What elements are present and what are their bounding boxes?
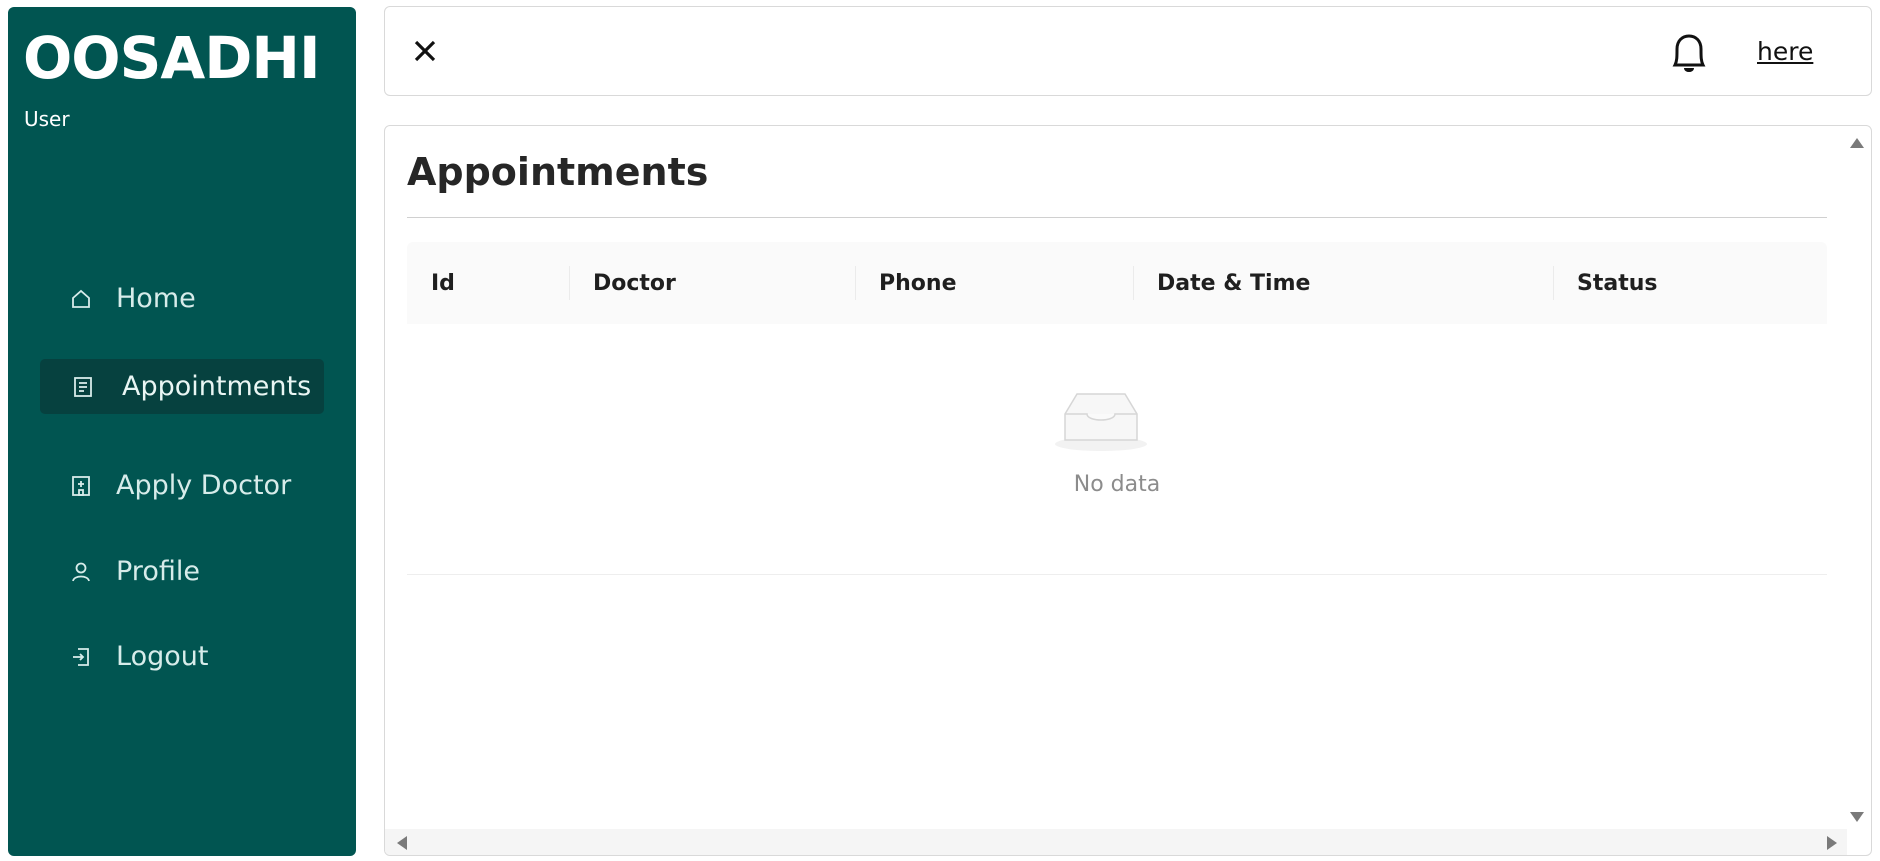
scroll-right-icon[interactable] xyxy=(1827,836,1837,850)
table-empty-state: No data xyxy=(407,324,1827,575)
logout-icon xyxy=(68,644,94,670)
sidebar-item-label: Home xyxy=(116,283,196,314)
sidebar-item-home[interactable]: Home xyxy=(40,271,324,326)
title-divider xyxy=(407,217,1827,218)
brand-logo: OOSADHI xyxy=(23,24,321,92)
here-link[interactable]: here xyxy=(1757,37,1813,66)
list-icon xyxy=(70,374,96,400)
top-bar: here xyxy=(384,6,1872,96)
column-divider xyxy=(1553,266,1554,300)
sidebar-item-label: Logout xyxy=(116,641,209,672)
sidebar-item-profile[interactable]: Profile xyxy=(40,544,324,599)
horizontal-scrollbar[interactable] xyxy=(385,829,1847,855)
column-divider xyxy=(1133,266,1134,300)
sidebar-item-label: Apply Doctor xyxy=(116,470,292,501)
sidebar-item-logout[interactable]: Logout xyxy=(40,629,324,684)
sidebar-item-appointments[interactable]: Appointments xyxy=(40,359,324,414)
column-header-status[interactable]: Status xyxy=(1577,242,1657,324)
sidebar-item-apply-doctor[interactable]: Apply Doctor xyxy=(40,458,324,513)
column-divider xyxy=(569,266,570,300)
scroll-up-icon[interactable] xyxy=(1850,138,1864,148)
home-icon xyxy=(68,286,94,312)
close-icon[interactable] xyxy=(407,33,443,69)
column-header-date-time[interactable]: Date & Time xyxy=(1157,242,1310,324)
page-title: Appointments xyxy=(407,150,709,194)
user-role: User xyxy=(24,107,70,131)
appointments-panel: Appointments Id Doctor Phone Date & Time… xyxy=(384,125,1872,856)
column-header-id[interactable]: Id xyxy=(431,242,455,324)
scroll-left-icon[interactable] xyxy=(397,836,407,850)
sidebar: OOSADHI User Home Appointments Apply Doc… xyxy=(8,7,356,856)
empty-inbox-icon xyxy=(1053,390,1149,452)
column-divider xyxy=(855,266,856,300)
bell-icon[interactable] xyxy=(1667,29,1711,77)
column-header-phone[interactable]: Phone xyxy=(879,242,956,324)
sidebar-item-label: Profile xyxy=(116,556,200,587)
vertical-scrollbar[interactable] xyxy=(1845,126,1871,855)
user-icon xyxy=(68,559,94,585)
table-header: Id Doctor Phone Date & Time Status xyxy=(407,242,1827,324)
empty-text: No data xyxy=(1073,472,1161,497)
column-header-doctor[interactable]: Doctor xyxy=(593,242,676,324)
sidebar-item-label: Appointments xyxy=(122,371,312,402)
hospital-icon xyxy=(68,473,94,499)
scroll-down-icon[interactable] xyxy=(1850,812,1864,822)
